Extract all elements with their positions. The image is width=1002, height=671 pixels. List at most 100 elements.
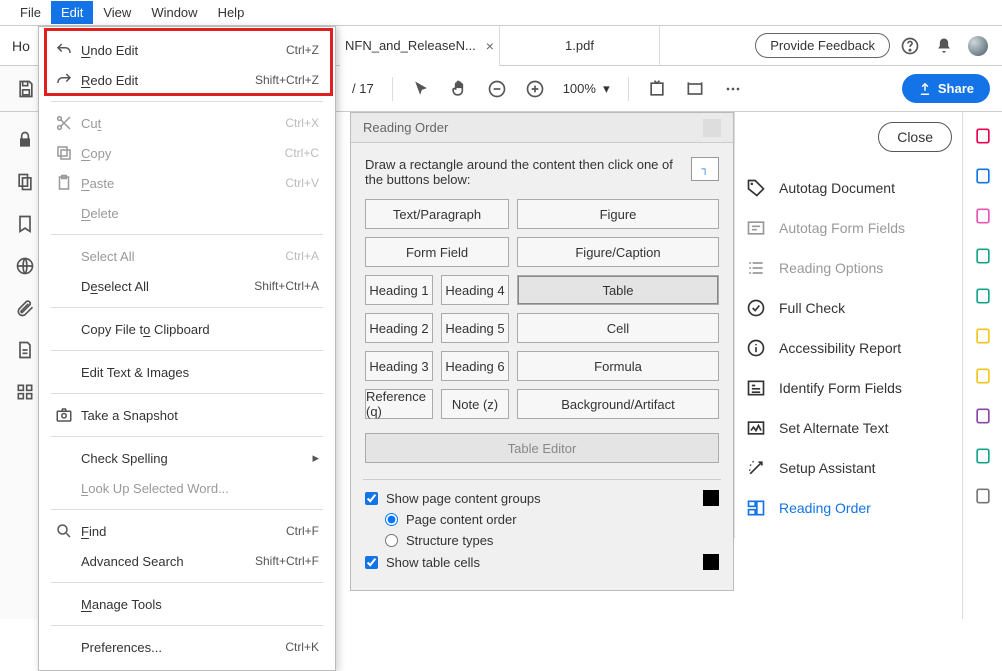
protect-icon[interactable] xyxy=(973,486,993,506)
save-icon[interactable] xyxy=(16,79,36,99)
menu-item-undo-edit[interactable]: Undo EditCtrl+Z xyxy=(39,35,335,65)
tab-1-pdf[interactable]: 1.pdf xyxy=(500,26,660,66)
pages-icon[interactable] xyxy=(15,172,35,192)
panel-item-label: Autotag Document xyxy=(779,180,895,196)
user-avatar[interactable] xyxy=(968,36,988,56)
checkbox[interactable] xyxy=(365,556,378,569)
more-icon[interactable] xyxy=(723,79,743,99)
btn-heading-3[interactable]: Heading 3 xyxy=(365,351,433,381)
close-icon[interactable]: × xyxy=(486,38,494,54)
organize-pages-icon[interactable] xyxy=(973,286,993,306)
fit-width-icon[interactable] xyxy=(647,79,667,99)
menu-item-advanced-search[interactable]: Advanced SearchShift+Ctrl+F xyxy=(39,546,335,576)
color-swatch[interactable] xyxy=(703,554,719,570)
radio[interactable] xyxy=(385,513,398,526)
menu-shortcut: Shift+Ctrl+F xyxy=(255,554,319,568)
menubar-view[interactable]: View xyxy=(93,1,141,24)
menubar-file[interactable]: File xyxy=(10,1,51,24)
selection-arrow-icon[interactable] xyxy=(411,79,431,99)
dialog-title: Reading Order xyxy=(363,120,448,135)
panel-item-reading-order[interactable]: Reading Order xyxy=(735,488,962,528)
panel-item-label: Full Check xyxy=(779,300,845,316)
tab-nfn-releasen[interactable]: NFN_and_ReleaseN... × xyxy=(340,26,500,66)
btn-heading-5[interactable]: Heading 5 xyxy=(441,313,509,343)
menu-item-check-spelling[interactable]: Check Spelling▸ xyxy=(39,443,335,473)
menu-shortcut: Ctrl+C xyxy=(285,146,319,160)
panel-item-set-alternate-text[interactable]: Set Alternate Text xyxy=(735,408,962,448)
check-show-table-cells[interactable]: Show table cells xyxy=(365,554,719,570)
panel-item-label: Reading Options xyxy=(779,260,883,276)
share-button[interactable]: Share xyxy=(902,74,990,103)
panel-item-setup-assistant[interactable]: Setup Assistant xyxy=(735,448,962,488)
btn-formula[interactable]: Formula xyxy=(517,351,719,381)
btn-form-field[interactable]: Form Field xyxy=(365,237,509,267)
create-pdf-icon[interactable] xyxy=(973,126,993,146)
home-button[interactable]: Ho xyxy=(0,26,43,65)
zoom-out-icon[interactable] xyxy=(487,79,507,99)
check-show-page-content-groups[interactable]: Show page content groups xyxy=(365,490,719,506)
comment-icon[interactable] xyxy=(973,326,993,346)
menubar-help[interactable]: Help xyxy=(208,1,255,24)
radio-structure-types[interactable]: Structure types xyxy=(365,533,719,548)
panel-item-autotag-form-fields: Autotag Form Fields xyxy=(735,208,962,248)
panel-item-identify-form-fields[interactable]: Identify Form Fields xyxy=(735,368,962,408)
radio[interactable] xyxy=(385,534,398,547)
btn-figure[interactable]: Figure xyxy=(517,199,719,229)
lock-icon[interactable] xyxy=(15,130,35,150)
hand-icon[interactable] xyxy=(449,79,469,99)
panel-item-accessibility-report[interactable]: Accessibility Report xyxy=(735,328,962,368)
export-pdf-icon[interactable] xyxy=(973,246,993,266)
document-icon[interactable] xyxy=(15,340,35,360)
menu-item-manage-tools[interactable]: Manage Tools xyxy=(39,589,335,619)
menu-item-select-all: Select AllCtrl+A xyxy=(39,241,335,271)
globe-icon[interactable] xyxy=(15,256,35,276)
btn-figure-caption[interactable]: Figure/Caption xyxy=(517,237,719,267)
btn-table[interactable]: Table xyxy=(517,275,719,305)
menu-item-find[interactable]: FindCtrl+F xyxy=(39,516,335,546)
tags-panel-icon[interactable] xyxy=(15,382,35,402)
menu-item-deselect-all[interactable]: Deselect AllShift+Ctrl+A xyxy=(39,271,335,301)
reading-order-icon xyxy=(745,497,767,519)
page-display-icon[interactable] xyxy=(685,79,705,99)
menu-item-preferences[interactable]: Preferences...Ctrl+K xyxy=(39,632,335,662)
menu-item-label: Paste xyxy=(81,176,285,191)
btn-heading-1[interactable]: Heading 1 xyxy=(365,275,433,305)
menu-item-redo-edit[interactable]: Redo EditShift+Ctrl+Z xyxy=(39,65,335,95)
btn-note[interactable]: Note (z) xyxy=(441,389,509,419)
bookmark-icon[interactable] xyxy=(15,214,35,234)
label: Show page content groups xyxy=(386,491,541,506)
btn-heading-4[interactable]: Heading 4 xyxy=(441,275,509,305)
zoom-level[interactable]: 100% ▾ xyxy=(563,81,610,97)
menu-item-edit-text-images[interactable]: Edit Text & Images xyxy=(39,357,335,387)
menu-item-copy-file-to-clipboard[interactable]: Copy File to Clipboard xyxy=(39,314,335,344)
panel-item-full-check[interactable]: Full Check xyxy=(735,288,962,328)
panel-item-autotag-document[interactable]: Autotag Document xyxy=(735,168,962,208)
close-button[interactable]: Close xyxy=(878,122,952,152)
btn-text-paragraph[interactable]: Text/Paragraph xyxy=(365,199,509,229)
signature-icon[interactable] xyxy=(973,406,993,426)
btn-reference[interactable]: Reference (q) xyxy=(365,389,433,419)
provide-feedback-button[interactable]: Provide Feedback xyxy=(755,33,890,58)
btn-background-artifact[interactable]: Background/Artifact xyxy=(517,389,719,419)
combine-files-icon[interactable] xyxy=(973,166,993,186)
panel-item-label: Setup Assistant xyxy=(779,460,876,476)
attachment-icon[interactable] xyxy=(15,298,35,318)
color-swatch[interactable] xyxy=(703,490,719,506)
dialog-close-icon[interactable] xyxy=(703,119,721,137)
radio-page-content-order[interactable]: Page content order xyxy=(365,512,719,527)
menubar-window[interactable]: Window xyxy=(141,1,207,24)
more-tools-icon[interactable] xyxy=(973,446,993,466)
help-icon[interactable] xyxy=(900,36,920,56)
btn-heading-2[interactable]: Heading 2 xyxy=(365,313,433,343)
notification-bell-icon[interactable] xyxy=(934,36,954,56)
edit-pdf-icon[interactable] xyxy=(973,206,993,226)
btn-cell[interactable]: Cell xyxy=(517,313,719,343)
btn-heading-6[interactable]: Heading 6 xyxy=(441,351,509,381)
menubar-edit[interactable]: Edit xyxy=(51,1,93,24)
fill-sign-icon[interactable] xyxy=(973,366,993,386)
menu-item-take-a-snapshot[interactable]: Take a Snapshot xyxy=(39,400,335,430)
zoom-in-icon[interactable] xyxy=(525,79,545,99)
checkbox[interactable] xyxy=(365,492,378,505)
dialog-titlebar[interactable]: Reading Order xyxy=(351,113,733,143)
btn-table-editor[interactable]: Table Editor xyxy=(365,433,719,463)
